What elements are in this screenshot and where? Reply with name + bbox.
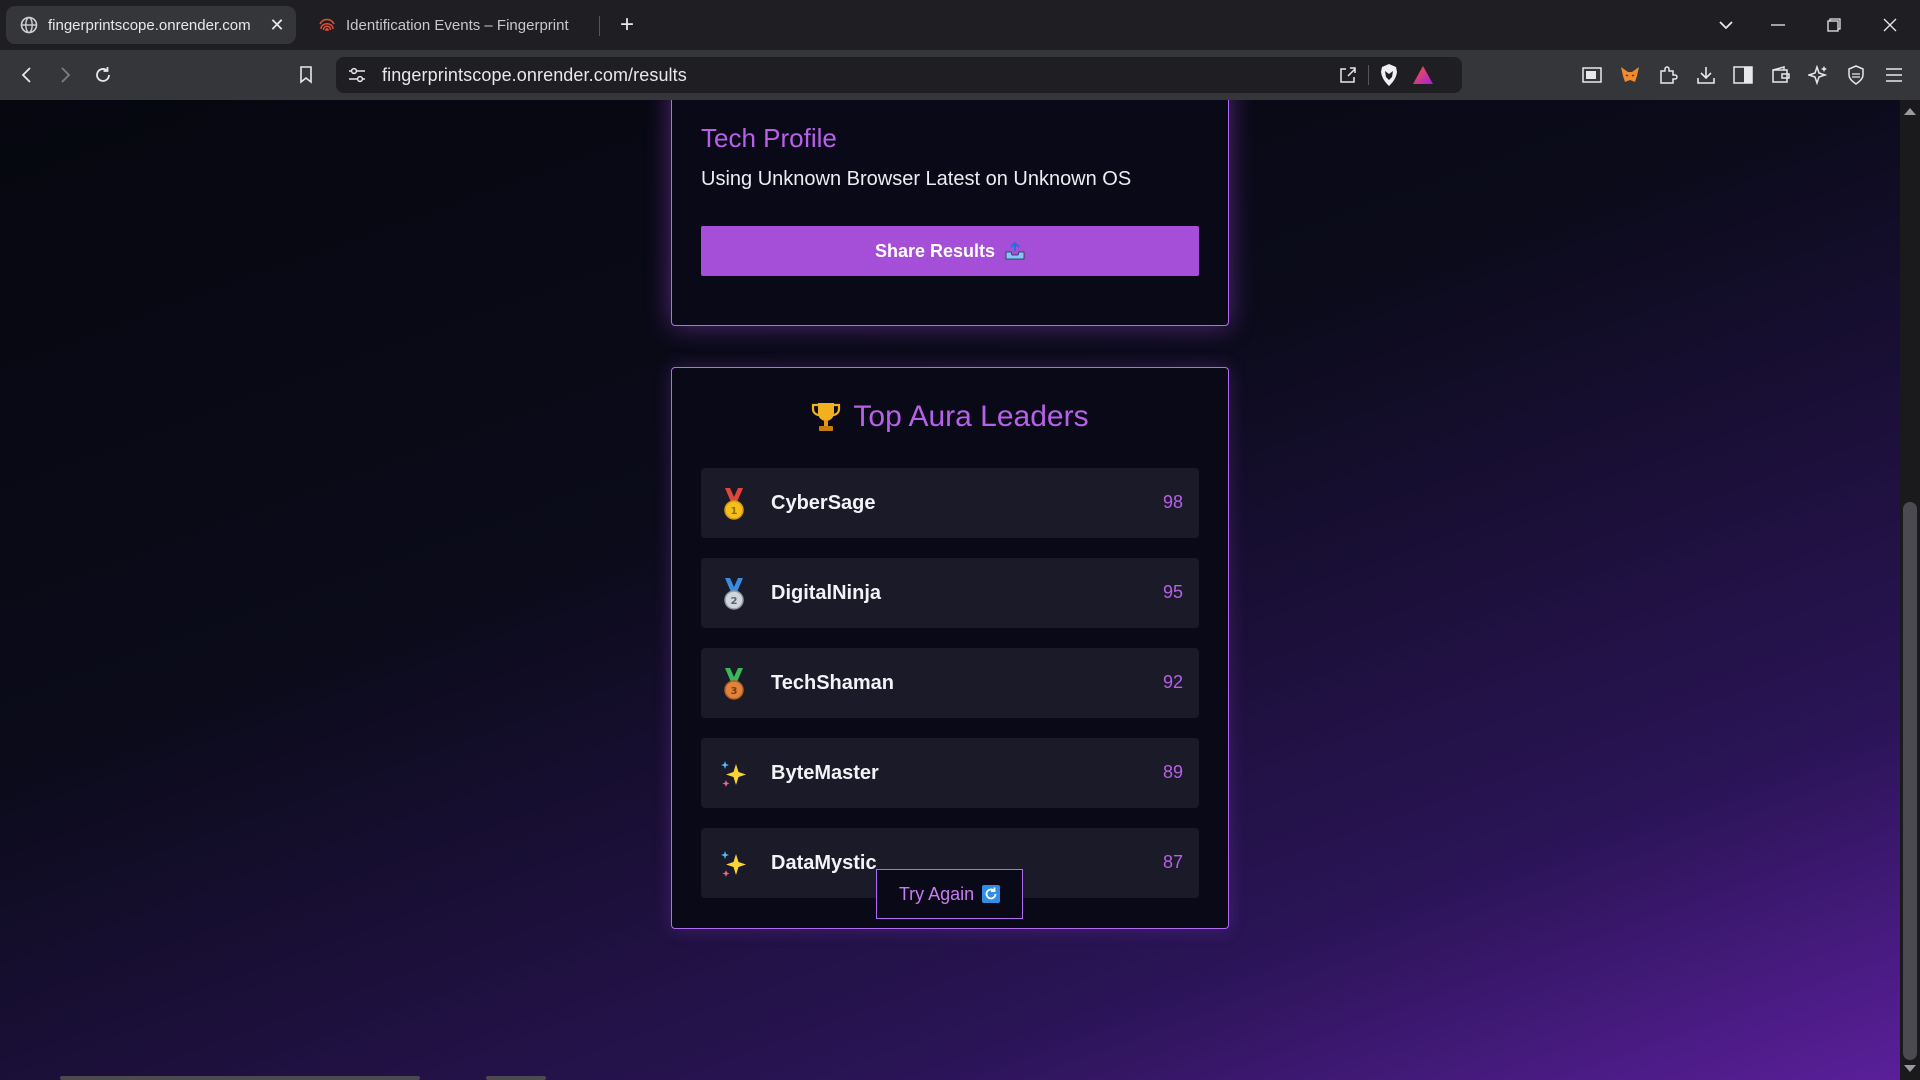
gold-medal-icon: 1: [724, 488, 744, 520]
svg-text:3: 3: [731, 686, 738, 697]
leaderboard-row: 3 TechShaman 92: [701, 648, 1199, 718]
leader-name: CyberSage: [771, 492, 876, 514]
sparkles-icon: [721, 761, 746, 787]
tech-profile-heading: Tech Profile: [701, 123, 837, 153]
trophy-icon: [812, 403, 841, 431]
close-window-button[interactable]: [1862, 0, 1918, 50]
fingerprint-icon: [319, 18, 335, 32]
forward-icon[interactable]: [50, 61, 80, 89]
back-icon[interactable]: [12, 61, 42, 89]
tech-profile-description: Using Unknown Browser Latest on Unknown …: [701, 168, 1132, 190]
leaderboard-title: Top Aura Leaders: [853, 400, 1089, 433]
leader-score: 92: [1162, 672, 1183, 692]
horizontal-scrollbar-segment: [486, 1076, 546, 1080]
address-bar[interactable]: fingerprintscope.onrender.com/results: [336, 57, 1462, 93]
metamask-fox-icon[interactable]: [1615, 61, 1645, 89]
bookmark-icon[interactable]: [291, 61, 321, 89]
wallet-icon[interactable]: [1766, 61, 1796, 89]
tech-profile-card: Tech Profile Using Unknown Browser Lates…: [671, 100, 1229, 326]
tab-title: Identification Events – Fingerprint: [346, 16, 569, 34]
sparkles-icon: [721, 851, 746, 877]
reload-icon[interactable]: [88, 61, 118, 89]
page-viewport: Tech Profile Using Unknown Browser Lates…: [0, 100, 1900, 1080]
horizontal-scrollbar-thumb[interactable]: [60, 1076, 420, 1080]
leader-name: DigitalNinja: [771, 582, 882, 604]
brave-shields-icon[interactable]: [1379, 63, 1399, 87]
leader-score: 89: [1162, 762, 1183, 782]
scrollbar-thumb[interactable]: [1903, 502, 1917, 1060]
leader-name: ByteMaster: [771, 762, 879, 784]
minimize-button[interactable]: [1750, 0, 1806, 50]
tab-title: fingerprintscope.onrender.com: [48, 16, 251, 34]
tab-divider: [599, 16, 600, 36]
leo-ai-icon[interactable]: [1803, 61, 1833, 89]
share-results-label: Share Results: [874, 240, 996, 261]
scroll-up-arrow[interactable]: [1904, 108, 1916, 115]
vpn-shield-icon[interactable]: [1841, 61, 1871, 89]
download-icon[interactable]: [1691, 61, 1721, 89]
brave-rewards-icon[interactable]: [1412, 65, 1434, 85]
url-divider: [1368, 65, 1369, 85]
restore-button[interactable]: [1806, 0, 1862, 50]
picture-in-picture-icon[interactable]: [1577, 61, 1607, 89]
share-page-icon[interactable]: [1338, 65, 1358, 85]
leader-score: 87: [1162, 852, 1183, 872]
vertical-scrollbar[interactable]: [1900, 100, 1920, 1080]
tab-strip: fingerprintscope.onrender.com ✕ Identifi…: [0, 0, 1920, 50]
leaderboard-card: Top Aura Leaders 1 CyberSage 98 2 Digita…: [671, 367, 1229, 929]
leaderboard-row: ByteMaster 89: [701, 738, 1199, 808]
browser-toolbar: fingerprintscope.onrender.com/results: [0, 50, 1920, 100]
try-again-button[interactable]: Try Again: [876, 869, 1023, 919]
new-tab-button[interactable]: +: [612, 11, 642, 39]
leader-name: DataMystic: [771, 852, 877, 874]
address-url: fingerprintscope.onrender.com/results: [382, 65, 687, 85]
leaderboard-row: 1 CyberSage 98: [701, 468, 1199, 538]
tab-identification-events[interactable]: Identification Events – Fingerprint: [304, 6, 598, 44]
try-again-label: Try Again: [898, 883, 975, 904]
close-tab-icon[interactable]: ✕: [266, 14, 288, 36]
svg-text:1: 1: [731, 506, 738, 517]
leaderboard-row: 2 DigitalNinja 95: [701, 558, 1199, 628]
site-settings-icon[interactable]: [348, 67, 366, 83]
leader-score: 95: [1162, 582, 1183, 602]
leaderboard-header: Top Aura Leaders: [672, 400, 1228, 434]
leader-name: TechShaman: [771, 672, 894, 694]
refresh-icon: [982, 885, 1001, 903]
bronze-medal-icon: 3: [724, 668, 744, 700]
globe-icon: [20, 16, 38, 34]
scroll-down-arrow[interactable]: [1904, 1065, 1916, 1072]
share-results-button[interactable]: Share Results: [701, 226, 1199, 276]
sidebar-icon[interactable]: [1728, 61, 1758, 89]
svg-text:2: 2: [731, 596, 738, 607]
extensions-icon[interactable]: [1653, 61, 1683, 89]
tab-fingerprintscope[interactable]: fingerprintscope.onrender.com ✕: [6, 6, 296, 44]
leader-score: 98: [1162, 492, 1183, 512]
silver-medal-icon: 2: [724, 578, 744, 610]
outbox-tray-icon: [1005, 242, 1025, 260]
tab-list-chevron-icon[interactable]: [1698, 0, 1754, 50]
menu-icon[interactable]: [1879, 61, 1909, 89]
